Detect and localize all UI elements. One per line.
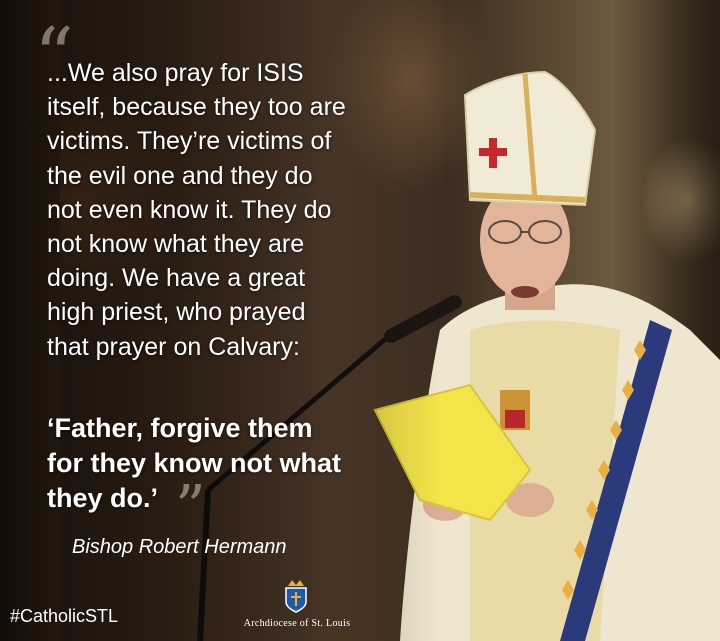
close-quote-mark: ” — [175, 473, 206, 543]
vestment-emblem — [500, 390, 530, 430]
quote-bold-text: ‘Father, forgive them for they know not … — [47, 413, 341, 513]
quote-text: ...We also pray for ISIS itself, because… — [47, 59, 346, 361]
archdiocese-logo: Archdiocese of St. Louis — [232, 578, 362, 634]
attribution: Bishop Robert Hermann — [72, 536, 287, 558]
logo-text: Archdiocese of St. Louis — [243, 618, 351, 629]
hashtag: #CatholicSTL — [10, 606, 119, 626]
crest-icon — [285, 580, 307, 613]
